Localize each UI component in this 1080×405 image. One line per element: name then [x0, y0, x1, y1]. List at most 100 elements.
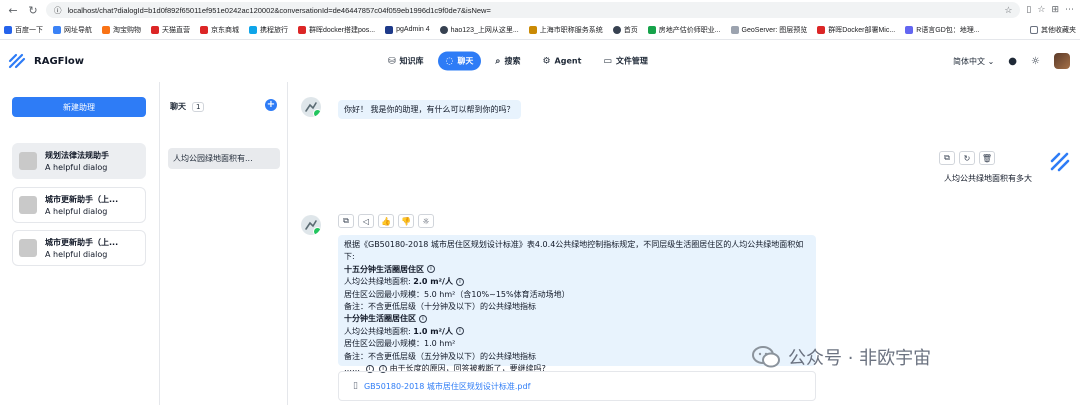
bot-avatar: [301, 215, 321, 235]
conversation-panel: 聊天 1 + 人均公园绿地面积有...: [160, 82, 288, 405]
tab-chat[interactable]: ◌ 聊天: [437, 51, 482, 71]
prompt-icon[interactable]: ☼: [418, 214, 434, 228]
baidu-icon: [4, 25, 12, 34]
csdn-icon: [817, 25, 826, 34]
bookmark-item[interactable]: 上海市职称服务系统: [528, 25, 603, 35]
taobao-icon: [102, 25, 110, 34]
github-icon[interactable]: ●: [1008, 56, 1017, 67]
logo[interactable]: RAGFlow: [8, 53, 84, 69]
bookmark-folder[interactable]: 其他收藏夹: [1030, 25, 1076, 35]
app-name: RAGFlow: [34, 55, 85, 67]
answer-value: 2.0 m²/人: [413, 277, 453, 287]
assistant-card[interactable]: 城市更新助手（上... A helpful dialog: [12, 187, 146, 223]
watermark-text: 公众号 · 非欧宇宙: [788, 348, 932, 369]
delete-icon[interactable]: 🗑: [979, 151, 995, 165]
main-nav: ⛁ 知识库 ◌ 聊天 ⌕ 搜索 ⚙ Agent ▭ 文件管理: [380, 51, 656, 71]
info-icon[interactable]: i: [427, 265, 435, 274]
bot-avatar: [301, 97, 321, 117]
wechat-icon: [752, 346, 780, 368]
bookmark-item[interactable]: 京东商城: [200, 25, 239, 35]
agent-icon: ⚙: [542, 56, 551, 66]
split-icon[interactable]: ▯: [1026, 5, 1031, 15]
bookmark-item[interactable]: pgAdmin 4: [385, 25, 430, 34]
geoserver-icon: [730, 25, 739, 34]
bot-icon: [305, 220, 317, 230]
address-bar[interactable]: ⓘ localhost/chat?dialogId=b1d0f892f65011…: [46, 2, 1021, 18]
copy-icon[interactable]: ⧉: [939, 151, 955, 165]
star-icon[interactable]: ☆: [1004, 5, 1012, 16]
new-assistant-button[interactable]: 新建助理: [12, 97, 146, 117]
bookmark-item[interactable]: 房地产估价师职业...: [647, 25, 721, 35]
app-header: RAGFlow ⛁ 知识库 ◌ 聊天 ⌕ 搜索 ⚙ Agent ▭ 文件管理 简…: [0, 40, 1080, 82]
shanghai-icon: [528, 25, 537, 34]
bookmark-item[interactable]: R语言GD包：地理...: [905, 25, 980, 35]
assistant-name: 城市更新助手（上...: [45, 195, 119, 204]
chat-icon: ◌: [445, 56, 454, 66]
bookmark-item[interactable]: 百度一下: [4, 25, 43, 35]
bookmark-item[interactable]: 首页: [612, 25, 638, 35]
regenerate-icon[interactable]: ↻: [959, 151, 975, 165]
tab-file-management[interactable]: ▭ 文件管理: [595, 52, 656, 71]
bookmarks-bar: 百度一下 网址导航 淘宝购物 天猫直营 京东商城 携程旅行 群晖docker搭建…: [0, 20, 1080, 40]
assistant-card[interactable]: 规划法律法规助手 A helpful dialog: [12, 143, 146, 179]
assistant-thumbnail: [19, 196, 37, 214]
jd-icon: [200, 25, 208, 34]
chevron-down-icon: ⌄: [987, 56, 995, 66]
tmall-icon: [151, 25, 159, 34]
assistant-name: 规划法律法规助手: [45, 151, 109, 160]
bookmark-item[interactable]: 网址导航: [53, 25, 92, 35]
copy-icon[interactable]: ⧉: [338, 214, 354, 228]
reload-icon[interactable]: ↻: [26, 3, 40, 17]
bookmark-item[interactable]: 淘宝购物: [102, 25, 141, 35]
search-icon: ⌕: [495, 56, 501, 66]
folder-icon: [1030, 25, 1038, 34]
bookmark-item[interactable]: 天猫直营: [151, 25, 190, 35]
answer-line: 居住区公园最小规模：5.0 hm²（含10%~15%体育活动场地）: [344, 289, 570, 299]
r-icon: [905, 25, 914, 34]
bookmark-item[interactable]: 携程旅行: [249, 25, 288, 35]
user-avatar[interactable]: [1054, 53, 1070, 69]
conversation-header: 聊天 1: [170, 101, 205, 112]
browser-toolbar: ← ↻ ⓘ localhost/chat?dialogId=b1d0f892f6…: [0, 0, 1080, 20]
info-icon[interactable]: i: [455, 277, 464, 286]
answer-message: 根据《GB50180-2018 城市居住区规划设计标准》表4.0.4公共绿地控制…: [338, 235, 816, 373]
info-icon[interactable]: i: [419, 314, 427, 323]
info-icon[interactable]: ⓘ: [54, 5, 62, 16]
bookmark-item[interactable]: 群晖docker搭建pos...: [298, 25, 375, 35]
info-icon[interactable]: i: [455, 327, 464, 336]
assistant-sidebar: 新建助理 规划法律法规助手 A helpful dialog 城市更新助手（上.…: [0, 82, 160, 405]
theme-toggle-icon[interactable]: ☼: [1031, 56, 1040, 67]
back-icon[interactable]: ←: [6, 3, 20, 17]
bookmark-item[interactable]: GeoServer: 图层预览: [730, 25, 807, 35]
tab-agent[interactable]: ⚙ Agent: [534, 52, 589, 70]
more-icon[interactable]: ⋯: [1065, 5, 1074, 15]
url-text: localhost/chat?dialogId=b1d0f892f65011ef…: [67, 5, 491, 15]
favorites-icon[interactable]: ☆: [1037, 5, 1045, 15]
assistant-thumbnail: [19, 152, 37, 170]
answer-actions: ⧉ ◁ 👍 👎 ☼: [338, 214, 434, 228]
thumbs-down-icon[interactable]: 👎: [398, 214, 414, 228]
answer-intro: 根据《GB50180-2018 城市居住区规划设计标准》表4.0.4公共绿地控制…: [344, 240, 804, 262]
language-select[interactable]: 简体中文 ⌄: [953, 56, 994, 67]
tab-knowledge-base[interactable]: ⛁ 知识库: [380, 52, 432, 71]
user-question: 人均公共绿地面积有多大: [944, 174, 1032, 183]
add-conversation-button[interactable]: +: [265, 99, 277, 111]
globe-icon: [439, 25, 448, 34]
assistant-card[interactable]: 城市更新助手（上... A helpful dialog: [12, 230, 146, 266]
answer-section-title: 十五分钟生活圈居住区: [344, 264, 424, 274]
ragflow-logo-icon: [8, 53, 26, 69]
assistant-desc: A helpful dialog: [45, 207, 108, 216]
assistant-name: 城市更新助手（上...: [45, 238, 119, 247]
collections-icon[interactable]: ⊞: [1051, 5, 1059, 15]
speaker-icon[interactable]: ◁: [358, 214, 374, 228]
conversation-item[interactable]: 人均公园绿地面积有...: [168, 148, 280, 169]
csdn-icon: [298, 25, 306, 34]
tab-search[interactable]: ⌕ 搜索: [487, 52, 528, 71]
greeting-message: 你好！ 我是你的助理，有什么可以帮到你的吗？: [338, 100, 521, 119]
folder-icon: ▭: [603, 56, 612, 66]
reference-file-name: GB50180-2018 城市居住区规划设计标准.pdf: [363, 381, 531, 391]
bookmark-item[interactable]: 群晖Docker部署Mic...: [817, 25, 895, 35]
bookmark-item[interactable]: hao123_上网从这里...: [439, 25, 519, 35]
reference-file-card[interactable]: ▯ GB50180-2018 城市居住区规划设计标准.pdf: [338, 371, 816, 401]
thumbs-up-icon[interactable]: 👍: [378, 214, 394, 228]
